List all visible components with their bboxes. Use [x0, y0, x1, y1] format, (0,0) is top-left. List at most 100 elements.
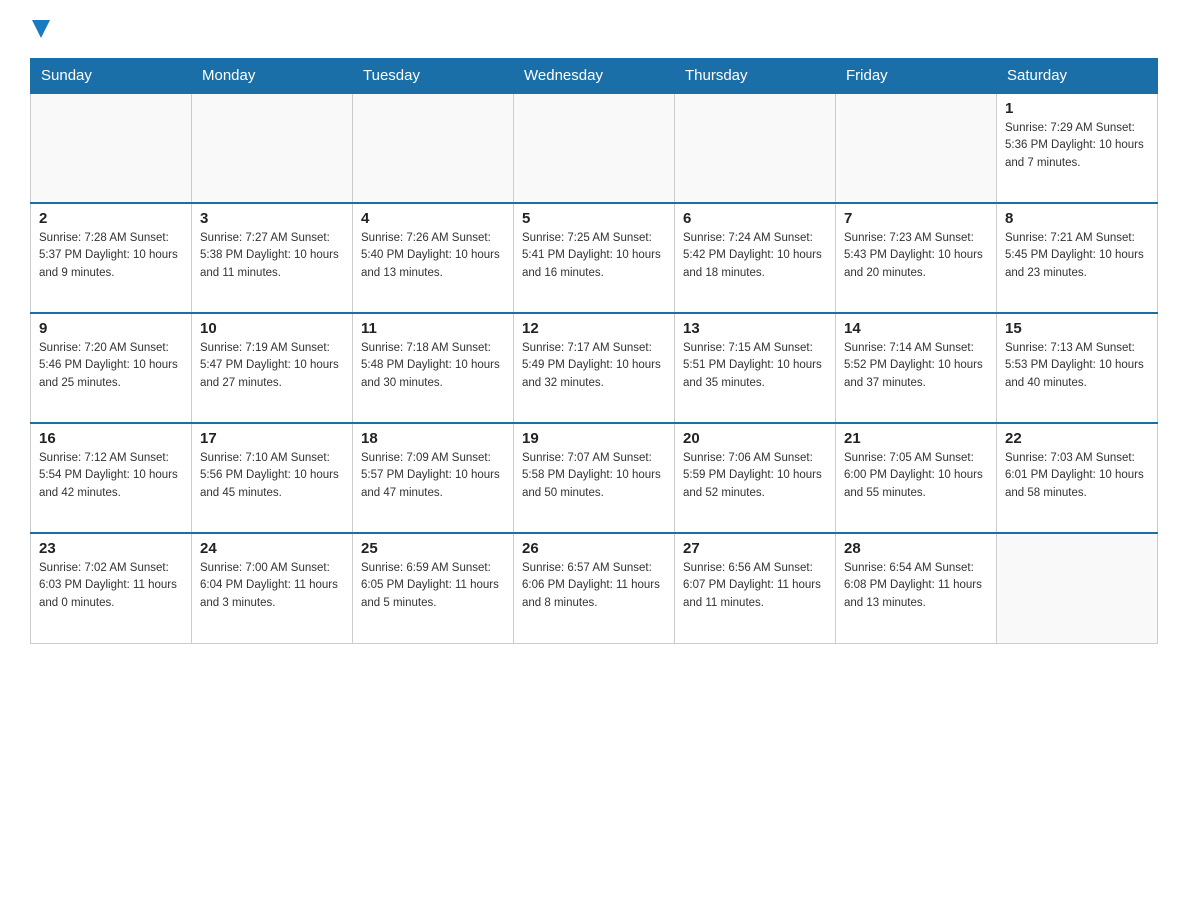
day-info: Sunrise: 6:56 AM Sunset: 6:07 PM Dayligh… [683, 560, 827, 612]
day-header-monday: Monday [192, 59, 353, 94]
calendar-cell: 17 Sunrise: 7:10 AM Sunset: 5:56 PM Dayli… [192, 423, 353, 533]
day-number: 17 [200, 430, 344, 447]
day-number: 24 [200, 540, 344, 557]
calendar-cell: 11 Sunrise: 7:18 AM Sunset: 5:48 PM Dayli… [353, 313, 514, 423]
day-info: Sunrise: 7:24 AM Sunset: 5:42 PM Dayligh… [683, 230, 827, 282]
day-number: 5 [522, 210, 666, 227]
day-number: 16 [39, 430, 183, 447]
day-info: Sunrise: 7:29 AM Sunset: 5:36 PM Dayligh… [1005, 120, 1149, 172]
calendar-cell: 20 Sunrise: 7:06 AM Sunset: 5:59 PM Dayli… [675, 423, 836, 533]
calendar-cell [192, 93, 353, 203]
day-info: Sunrise: 7:19 AM Sunset: 5:47 PM Dayligh… [200, 340, 344, 392]
calendar-cell: 14Sunrise: 7:14 AM Sunset: 5:52 PM Dayli… [836, 313, 997, 423]
calendar-cell: 12Sunrise: 7:17 AM Sunset: 5:49 PM Dayli… [514, 313, 675, 423]
day-number: 18 [361, 430, 505, 447]
day-header-tuesday: Tuesday [353, 59, 514, 94]
day-info: Sunrise: 7:23 AM Sunset: 5:43 PM Dayligh… [844, 230, 988, 282]
calendar-cell: 16 Sunrise: 7:12 AM Sunset: 5:54 PM Dayli… [31, 423, 192, 533]
calendar-cell: 6 Sunrise: 7:24 AM Sunset: 5:42 PM Daylig… [675, 203, 836, 313]
day-number: 8 [1005, 210, 1149, 227]
calendar-cell: 27 Sunrise: 6:56 AM Sunset: 6:07 PM Dayli… [675, 533, 836, 643]
day-info: Sunrise: 7:13 AM Sunset: 5:53 PM Dayligh… [1005, 340, 1149, 392]
day-info: Sunrise: 7:27 AM Sunset: 5:38 PM Dayligh… [200, 230, 344, 282]
day-info: Sunrise: 7:18 AM Sunset: 5:48 PM Dayligh… [361, 340, 505, 392]
calendar-cell: 25 Sunrise: 6:59 AM Sunset: 6:05 PM Dayli… [353, 533, 514, 643]
day-number: 15 [1005, 320, 1149, 337]
day-header-thursday: Thursday [675, 59, 836, 94]
day-number: 14 [844, 320, 988, 337]
day-info: Sunrise: 7:21 AM Sunset: 5:45 PM Dayligh… [1005, 230, 1149, 282]
calendar-cell [997, 533, 1158, 643]
day-number: 1 [1005, 100, 1149, 117]
day-number: 27 [683, 540, 827, 557]
calendar-cell: 24 Sunrise: 7:00 AM Sunset: 6:04 PM Dayli… [192, 533, 353, 643]
day-number: 11 [361, 320, 505, 337]
day-info: Sunrise: 7:17 AM Sunset: 5:49 PM Dayligh… [522, 340, 666, 392]
calendar-cell: 4 Sunrise: 7:26 AM Sunset: 5:40 PM Daylig… [353, 203, 514, 313]
calendar-cell: 8 Sunrise: 7:21 AM Sunset: 5:45 PM Daylig… [997, 203, 1158, 313]
calendar-cell: 5 Sunrise: 7:25 AM Sunset: 5:41 PM Daylig… [514, 203, 675, 313]
day-info: Sunrise: 7:05 AM Sunset: 6:00 PM Dayligh… [844, 450, 988, 502]
calendar-cell: 7Sunrise: 7:23 AM Sunset: 5:43 PM Daylig… [836, 203, 997, 313]
day-number: 22 [1005, 430, 1149, 447]
day-info: Sunrise: 7:00 AM Sunset: 6:04 PM Dayligh… [200, 560, 344, 612]
day-number: 6 [683, 210, 827, 227]
day-header-wednesday: Wednesday [514, 59, 675, 94]
day-info: Sunrise: 7:26 AM Sunset: 5:40 PM Dayligh… [361, 230, 505, 282]
day-number: 20 [683, 430, 827, 447]
day-number: 26 [522, 540, 666, 557]
day-info: Sunrise: 6:57 AM Sunset: 6:06 PM Dayligh… [522, 560, 666, 612]
day-number: 13 [683, 320, 827, 337]
calendar-cell: 2Sunrise: 7:28 AM Sunset: 5:37 PM Daylig… [31, 203, 192, 313]
calendar-cell: 1 Sunrise: 7:29 AM Sunset: 5:36 PM Daylig… [997, 93, 1158, 203]
calendar-cell [514, 93, 675, 203]
calendar-cell: 13 Sunrise: 7:15 AM Sunset: 5:51 PM Dayli… [675, 313, 836, 423]
day-info: Sunrise: 7:10 AM Sunset: 5:56 PM Dayligh… [200, 450, 344, 502]
calendar-cell [353, 93, 514, 203]
calendar-week-row: 2Sunrise: 7:28 AM Sunset: 5:37 PM Daylig… [31, 203, 1158, 313]
calendar-header-row: SundayMondayTuesdayWednesdayThursdayFrid… [31, 59, 1158, 94]
day-info: Sunrise: 7:12 AM Sunset: 5:54 PM Dayligh… [39, 450, 183, 502]
calendar-cell [836, 93, 997, 203]
calendar-week-row: 1 Sunrise: 7:29 AM Sunset: 5:36 PM Daylig… [31, 93, 1158, 203]
calendar-cell: 21 Sunrise: 7:05 AM Sunset: 6:00 PM Dayli… [836, 423, 997, 533]
calendar-week-row: 16 Sunrise: 7:12 AM Sunset: 5:54 PM Dayli… [31, 423, 1158, 533]
calendar-body: 1 Sunrise: 7:29 AM Sunset: 5:36 PM Daylig… [31, 93, 1158, 643]
day-info: Sunrise: 6:54 AM Sunset: 6:08 PM Dayligh… [844, 560, 988, 612]
day-info: Sunrise: 7:20 AM Sunset: 5:46 PM Dayligh… [39, 340, 183, 392]
calendar-table: SundayMondayTuesdayWednesdayThursdayFrid… [30, 58, 1158, 644]
day-number: 4 [361, 210, 505, 227]
day-number: 10 [200, 320, 344, 337]
day-number: 25 [361, 540, 505, 557]
calendar-cell: 15 Sunrise: 7:13 AM Sunset: 5:53 PM Dayli… [997, 313, 1158, 423]
day-info: Sunrise: 7:28 AM Sunset: 5:37 PM Dayligh… [39, 230, 183, 282]
day-header-sunday: Sunday [31, 59, 192, 94]
day-info: Sunrise: 7:03 AM Sunset: 6:01 PM Dayligh… [1005, 450, 1149, 502]
day-info: Sunrise: 7:02 AM Sunset: 6:03 PM Dayligh… [39, 560, 183, 612]
calendar-cell [31, 93, 192, 203]
calendar-cell: 18 Sunrise: 7:09 AM Sunset: 5:57 PM Dayli… [353, 423, 514, 533]
calendar-cell: 3Sunrise: 7:27 AM Sunset: 5:38 PM Daylig… [192, 203, 353, 313]
calendar-cell: 28 Sunrise: 6:54 AM Sunset: 6:08 PM Dayli… [836, 533, 997, 643]
calendar-cell: 23 Sunrise: 7:02 AM Sunset: 6:03 PM Dayli… [31, 533, 192, 643]
logo [30, 20, 50, 38]
day-header-friday: Friday [836, 59, 997, 94]
day-header-saturday: Saturday [997, 59, 1158, 94]
calendar-week-row: 23 Sunrise: 7:02 AM Sunset: 6:03 PM Dayli… [31, 533, 1158, 643]
day-info: Sunrise: 7:15 AM Sunset: 5:51 PM Dayligh… [683, 340, 827, 392]
calendar-cell: 10 Sunrise: 7:19 AM Sunset: 5:47 PM Dayli… [192, 313, 353, 423]
day-number: 9 [39, 320, 183, 337]
day-number: 21 [844, 430, 988, 447]
day-info: Sunrise: 6:59 AM Sunset: 6:05 PM Dayligh… [361, 560, 505, 612]
day-info: Sunrise: 7:25 AM Sunset: 5:41 PM Dayligh… [522, 230, 666, 282]
logo-arrow-icon [32, 20, 50, 38]
calendar-cell [675, 93, 836, 203]
day-info: Sunrise: 7:06 AM Sunset: 5:59 PM Dayligh… [683, 450, 827, 502]
calendar-cell: 9 Sunrise: 7:20 AM Sunset: 5:46 PM Daylig… [31, 313, 192, 423]
calendar-cell: 22 Sunrise: 7:03 AM Sunset: 6:01 PM Dayli… [997, 423, 1158, 533]
day-number: 19 [522, 430, 666, 447]
calendar-cell: 26 Sunrise: 6:57 AM Sunset: 6:06 PM Dayli… [514, 533, 675, 643]
day-info: Sunrise: 7:09 AM Sunset: 5:57 PM Dayligh… [361, 450, 505, 502]
day-number: 23 [39, 540, 183, 557]
day-number: 28 [844, 540, 988, 557]
